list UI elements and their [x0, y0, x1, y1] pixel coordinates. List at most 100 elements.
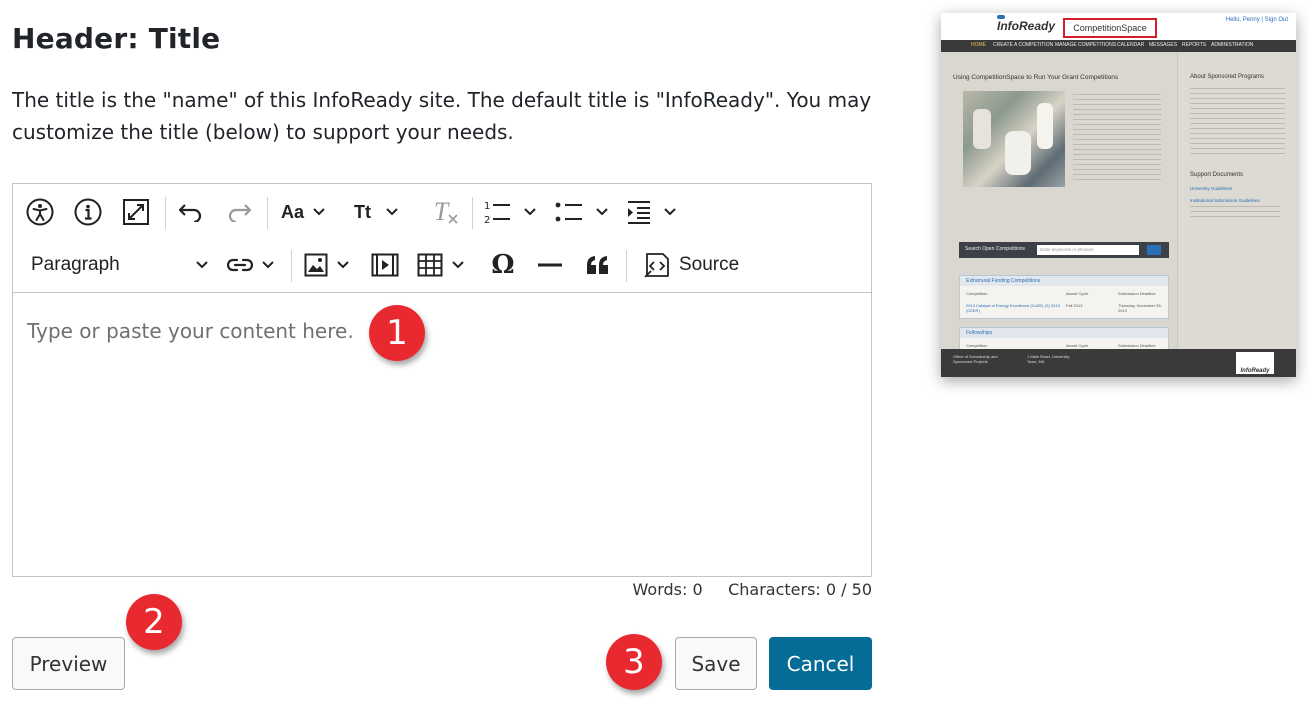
blockquote-icon[interactable] — [583, 240, 613, 290]
horizontal-line-icon[interactable] — [535, 240, 565, 290]
thumbnail-main: Using CompetitionSpace to Run Your Grant… — [941, 52, 1177, 373]
thumbnail-photo — [963, 91, 1065, 187]
thumbnail-col: Submission Deadline — [1118, 291, 1156, 296]
callout-badge-2: 2 — [126, 594, 182, 650]
link-dropdown[interactable] — [227, 240, 283, 290]
thumbnail-footer-text: 1 Main Road, University Town, MA — [1027, 354, 1070, 364]
indent-icon — [628, 201, 650, 224]
character-count: Characters: 0 / 50 — [728, 580, 872, 599]
insert-image-dropdown[interactable] — [304, 240, 360, 290]
page-description: The title is the "name" of this InfoRead… — [12, 88, 872, 144]
editor-placeholder: Type or paste your content here. — [27, 319, 354, 343]
chevron-down-icon — [313, 208, 325, 216]
chevron-down-icon — [386, 208, 398, 216]
special-characters-icon[interactable]: Ω — [487, 240, 519, 290]
highlighted-title: CompetitionSpace — [1063, 18, 1157, 38]
media-embed-icon[interactable] — [369, 240, 401, 290]
thumbnail-col: Competition — [966, 291, 988, 296]
toolbar-separator — [626, 250, 627, 282]
thumbnail-header: InfoReady CompetitionSpace Hello, Penny … — [941, 13, 1296, 40]
remove-format-icon[interactable]: T — [430, 187, 462, 237]
chevron-down-icon — [337, 261, 349, 269]
thumbnail-footer-text: Office of Scholarship and Sponsored Proj… — [953, 354, 998, 364]
chevron-down-icon — [524, 208, 536, 216]
callout-badge-3: 3 — [606, 634, 662, 690]
thumbnail-footer: Office of Scholarship and Sponsored Proj… — [941, 349, 1296, 377]
thumbnail-nav-item: HOME — [971, 42, 986, 48]
chevron-down-icon — [452, 261, 464, 269]
toolbar-separator — [267, 197, 268, 229]
text-style-dropdown[interactable]: Tt — [354, 187, 416, 237]
toolbar-separator — [291, 250, 292, 282]
thumbnail-row: Thursday, November 28, 2013 — [1118, 303, 1162, 313]
text-style-icon: Tt — [354, 201, 371, 222]
page-title: Header: Title — [12, 22, 221, 55]
toolbar-row-2: Paragraph Ω Source — [13, 240, 871, 290]
callout-badge-1: 1 — [369, 305, 425, 361]
thumbnail-logo: InfoReady — [997, 19, 1056, 33]
thumbnail-search-icon — [1147, 245, 1161, 255]
cancel-button[interactable]: Cancel — [769, 637, 872, 690]
chevron-down-icon — [596, 208, 608, 216]
word-count: Words: 0 — [632, 580, 703, 599]
thumbnail-footer-logo: InfoReady — [1236, 352, 1274, 374]
numbered-list-icon: 12 — [484, 201, 510, 225]
paragraph-format-label: Paragraph — [31, 254, 120, 275]
thumbnail-nav-item: CALENDAR — [1117, 42, 1145, 48]
thumbnail-main-title: Using CompetitionSpace to Run Your Grant… — [953, 74, 1119, 81]
insert-table-dropdown[interactable] — [417, 240, 473, 290]
bulleted-list-dropdown[interactable] — [555, 187, 615, 237]
accessibility-icon[interactable] — [23, 187, 57, 237]
editor-content-area[interactable]: Type or paste your content here. — [13, 294, 871, 576]
thumbnail-side-lines — [1190, 88, 1285, 158]
thumbnail-col: Competition — [966, 343, 988, 348]
thumbnail-text-lines — [1073, 94, 1161, 182]
thumbnail-side-link: University Guidelines — [1190, 186, 1233, 191]
table-icon — [417, 253, 443, 277]
bulleted-list-icon — [555, 202, 582, 222]
info-icon[interactable] — [71, 187, 105, 237]
image-icon — [304, 253, 328, 277]
toolbar-row-1: Aa Tt T 12 — [13, 187, 871, 237]
thumbnail-nav-item: CREATE A COMPETITION — [993, 42, 1054, 48]
font-size-dropdown[interactable]: Aa — [281, 187, 337, 237]
chevron-down-icon — [664, 208, 676, 216]
undo-icon[interactable] — [176, 187, 206, 237]
save-button[interactable]: Save — [675, 637, 757, 690]
thumbnail-col: Award Cycle — [1066, 343, 1089, 348]
thumbnail-panel-title: Fellowships — [960, 328, 1168, 338]
toolbar-separator — [472, 197, 473, 229]
redo-icon — [224, 187, 254, 237]
thumbnail-user-links: Hello, Penny | Sign Out — [1225, 17, 1288, 23]
thumbnail-nav-item: MANAGE COMPETITIONS — [1055, 42, 1117, 48]
paragraph-format-dropdown[interactable]: Paragraph — [19, 240, 219, 290]
link-icon — [227, 258, 253, 272]
thumbnail-col: Submission Deadline — [1118, 343, 1156, 348]
thumbnail-nav: HOME CREATE A COMPETITION MANAGE COMPETI… — [941, 40, 1296, 52]
toolbar-separator — [165, 197, 166, 229]
thumbnail-search-field: Enter keywords or phrases — [1037, 245, 1139, 255]
remove-format-glyph: T — [433, 197, 449, 226]
thumbnail-sidebar: About Sponsored Programs Support Documen… — [1177, 52, 1296, 349]
source-label: Source — [679, 254, 740, 275]
thumbnail-nav-item: MESSAGES — [1149, 42, 1178, 48]
svg-text:1: 1 — [484, 201, 490, 212]
source-code-icon — [644, 253, 669, 278]
source-button[interactable]: Source — [643, 240, 747, 290]
indent-dropdown[interactable] — [627, 187, 687, 237]
chevron-down-icon — [262, 261, 274, 269]
thumbnail-side-lines — [1190, 206, 1280, 218]
thumbnail-panel-title: Extramural Funding Competitions — [960, 276, 1168, 286]
thumbnail-row: Fall 2013 — [1066, 303, 1083, 308]
editor-toolbar: Aa Tt T 12 Paragraph Ω Source — [13, 184, 871, 293]
site-preview-thumbnail: InfoReady CompetitionSpace Hello, Penny … — [941, 13, 1296, 377]
numbered-list-dropdown[interactable]: 12 — [483, 187, 543, 237]
thumbnail-side-title: About Sponsored Programs — [1190, 74, 1265, 80]
chevron-down-icon — [196, 261, 208, 269]
thumbnail-side-title: Support Documents — [1190, 172, 1244, 178]
thumbnail-nav-item: ADMINISTRATION — [1211, 42, 1254, 48]
font-size-icon: Aa — [281, 201, 305, 222]
maximize-icon[interactable] — [119, 187, 153, 237]
thumbnail-side-link: Institutional Submission Guidelines — [1190, 198, 1260, 203]
preview-button[interactable]: Preview — [12, 637, 125, 690]
